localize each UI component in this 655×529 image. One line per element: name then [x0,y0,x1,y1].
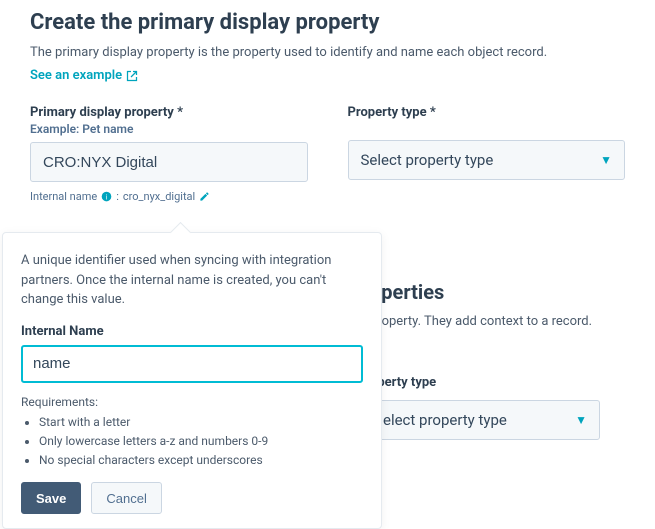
secondary-section-title: operties [370,280,650,304]
secondary-type-placeholder: elect property type [383,411,507,429]
requirement-item: Start with a letter [39,413,363,432]
primary-display-sublabel: Example: Pet name [30,122,308,136]
external-link-icon [126,70,138,82]
requirement-item: No special characters except underscores [39,451,363,470]
requirements-list: Start with a letter Only lowercase lette… [21,413,363,471]
internal-name-row: Internal name i : cro_nyx_digital [30,190,308,203]
secondary-type-select[interactable]: elect property type ▼ [370,400,600,440]
internal-name-prefix: Internal name [30,190,97,203]
save-button[interactable]: Save [21,482,81,514]
see-example-text: See an example [30,68,122,83]
requirement-item: Only lowercase letters a-z and numbers 0… [39,432,363,451]
property-type-placeholder: Select property type [361,151,494,169]
page-description: The primary display property is the prop… [30,45,625,60]
info-icon[interactable]: i [101,191,112,202]
primary-display-label: Primary display property * [30,105,308,120]
page-title: Create the primary display property [30,10,625,35]
internal-name-label: Internal Name [21,324,363,339]
cancel-button[interactable]: Cancel [91,482,161,514]
requirements-label: Requirements: [21,395,363,409]
internal-name-input[interactable] [21,345,363,383]
internal-name-colon: : [116,190,119,203]
property-type-select[interactable]: Select property type ▼ [348,140,626,180]
primary-display-input[interactable] [30,142,308,182]
see-example-link[interactable]: See an example [30,68,138,83]
secondary-type-label: operty type [370,375,650,390]
secondary-section-desc: property. They add context to a record. [370,314,650,329]
internal-name-popover: A unique identifier used when syncing wi… [2,232,382,529]
pencil-icon[interactable] [199,191,210,202]
chevron-down-icon: ▼ [575,413,587,427]
popover-description: A unique identifier used when syncing wi… [21,251,363,310]
internal-name-value: cro_nyx_digital [123,190,195,203]
chevron-down-icon: ▼ [600,153,612,167]
property-type-label: Property type * [348,105,626,120]
